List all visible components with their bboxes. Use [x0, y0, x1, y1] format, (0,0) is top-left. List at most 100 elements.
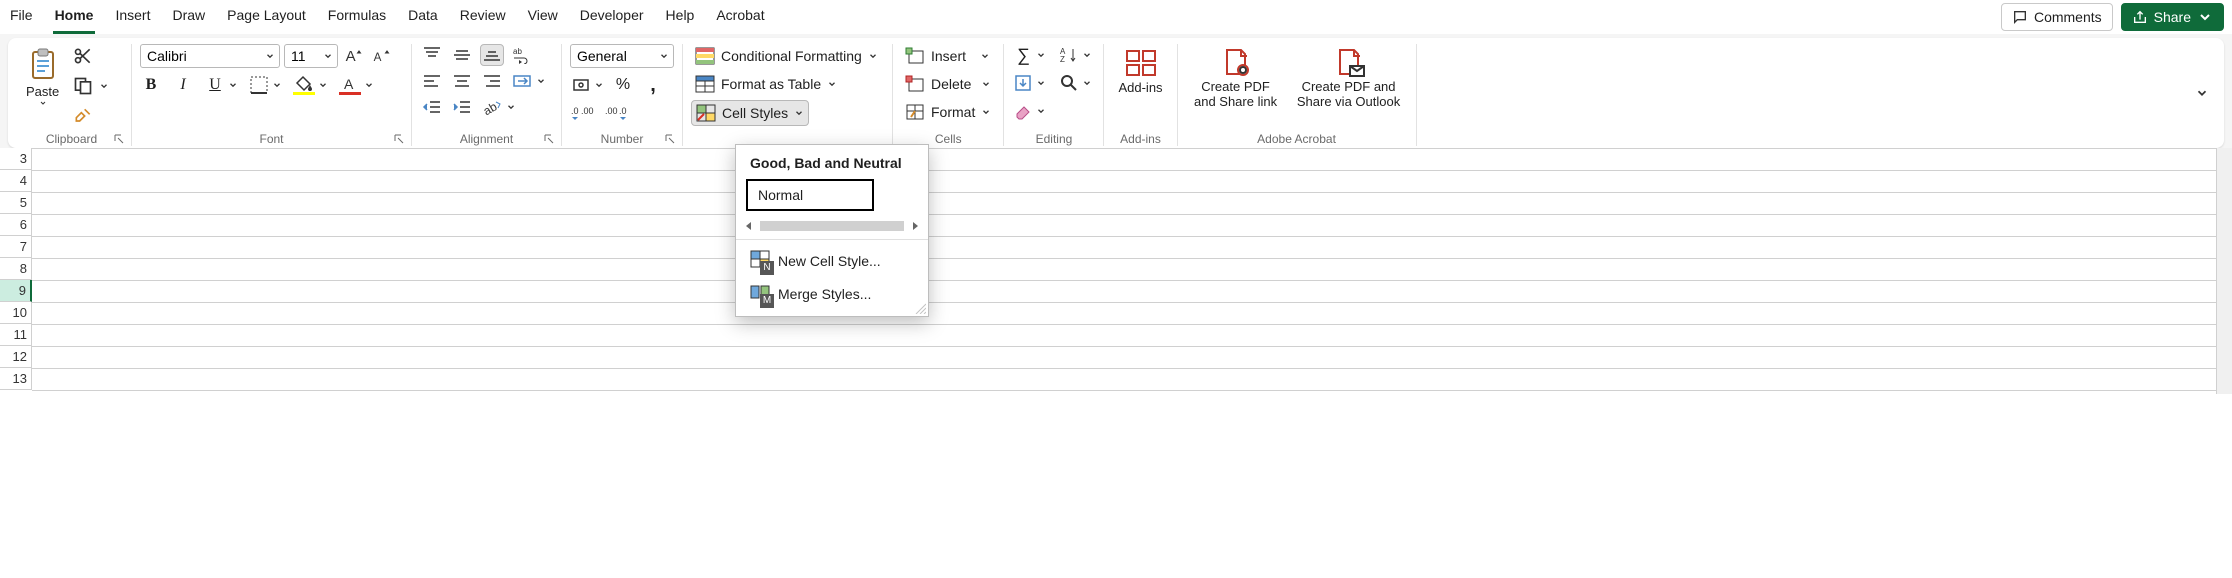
launcher-clipboard[interactable] [113, 132, 125, 144]
row-header[interactable]: 7 [0, 236, 32, 258]
chevron-down-icon[interactable] [1036, 50, 1046, 60]
delete-cells-button[interactable]: Delete [901, 72, 995, 96]
accounting-format-button[interactable] [570, 74, 592, 96]
launcher-font[interactable] [393, 132, 405, 144]
align-top-button[interactable] [420, 44, 444, 66]
launcher-alignment[interactable] [543, 132, 555, 144]
row-header[interactable]: 12 [0, 346, 32, 368]
cells-area[interactable] [32, 148, 2216, 394]
chevron-down-icon[interactable] [1082, 78, 1092, 88]
tab-review[interactable]: Review [458, 1, 508, 34]
cell-styles-button[interactable]: Cell Styles [691, 100, 809, 126]
tab-formulas[interactable]: Formulas [326, 1, 388, 34]
new-cell-style-item[interactable]: N New Cell Style... [742, 244, 922, 277]
chevron-down-icon[interactable] [506, 102, 516, 112]
conditional-formatting-button[interactable]: Conditional Formatting [691, 44, 882, 68]
comments-button[interactable]: Comments [2001, 3, 2113, 31]
gallery-scrollbar[interactable] [744, 221, 920, 231]
align-middle-button[interactable] [450, 44, 474, 66]
grow-font-button[interactable]: A [342, 44, 366, 68]
chevron-down-icon[interactable] [1036, 106, 1046, 116]
cut-button[interactable] [71, 44, 95, 68]
chevron-down-icon[interactable] [536, 76, 546, 86]
create-pdf-outlook-button[interactable]: Create PDF and Share via Outlook [1290, 44, 1408, 114]
tab-insert[interactable]: Insert [113, 1, 152, 34]
decrease-decimal-button[interactable]: .00.0 [604, 102, 630, 124]
font-size-input[interactable] [285, 48, 319, 64]
font-name-combo[interactable] [140, 44, 280, 68]
comma-button[interactable]: , [642, 74, 664, 96]
italic-button[interactable]: I [172, 74, 194, 96]
chevron-down-icon[interactable] [38, 99, 48, 107]
tab-help[interactable]: Help [664, 1, 697, 34]
chevron-down-icon[interactable] [228, 80, 238, 90]
font-size-combo[interactable] [284, 44, 338, 68]
underline-button[interactable]: U [204, 74, 226, 96]
chevron-down-icon[interactable] [364, 80, 374, 90]
autosum-button[interactable]: ∑ [1012, 44, 1034, 66]
row-header[interactable]: 3 [0, 148, 32, 170]
chevron-down-icon[interactable] [272, 80, 282, 90]
percent-button[interactable]: % [612, 74, 634, 96]
row-header[interactable]: 10 [0, 302, 32, 324]
row-header[interactable]: 13 [0, 368, 32, 390]
tab-page-layout[interactable]: Page Layout [225, 1, 308, 34]
align-center-button[interactable] [450, 70, 474, 92]
number-format-combo[interactable] [570, 44, 674, 68]
tab-developer[interactable]: Developer [578, 1, 646, 34]
row-header[interactable]: 11 [0, 324, 32, 346]
resize-grip-icon[interactable] [914, 302, 926, 314]
vertical-scrollbar[interactable] [2216, 148, 2232, 394]
number-format-input[interactable] [571, 48, 655, 64]
format-as-table-button[interactable]: Format as Table [691, 72, 841, 96]
orientation-button[interactable]: ab [480, 96, 504, 118]
chevron-down-icon[interactable] [594, 80, 604, 90]
row-header[interactable]: 4 [0, 170, 32, 192]
chevron-down-icon[interactable] [1082, 50, 1092, 60]
clear-button[interactable] [1012, 100, 1034, 122]
find-select-button[interactable] [1058, 72, 1080, 94]
fill-color-button[interactable] [292, 74, 316, 96]
align-bottom-button[interactable] [480, 44, 504, 66]
collapse-ribbon-button[interactable] [2190, 81, 2214, 105]
wrap-text-button[interactable]: ab [510, 44, 534, 66]
merge-center-button[interactable] [510, 70, 534, 92]
scroll-track[interactable] [760, 221, 904, 231]
copy-button[interactable] [71, 74, 95, 98]
insert-cells-button[interactable]: Insert [901, 44, 994, 68]
merge-styles-item[interactable]: M Merge Styles... [742, 277, 922, 310]
row-header[interactable]: 8 [0, 258, 32, 280]
tab-data[interactable]: Data [406, 1, 440, 34]
font-name-input[interactable] [141, 48, 261, 64]
chevron-down-icon[interactable] [99, 81, 109, 91]
increase-indent-button[interactable] [450, 96, 474, 118]
addins-button[interactable]: Add-ins [1112, 44, 1168, 99]
chevron-down-icon[interactable] [1036, 78, 1046, 88]
tab-home[interactable]: Home [53, 1, 96, 34]
launcher-number[interactable] [664, 132, 676, 144]
increase-decimal-button[interactable]: .0.00 [570, 102, 596, 124]
format-painter-button[interactable] [71, 104, 95, 128]
tab-acrobat[interactable]: Acrobat [714, 1, 766, 34]
fill-button[interactable] [1012, 72, 1034, 94]
scroll-right-icon[interactable] [910, 221, 920, 231]
align-right-button[interactable] [480, 70, 504, 92]
border-button[interactable] [248, 74, 270, 96]
font-color-button[interactable]: A [338, 74, 362, 96]
shrink-font-button[interactable]: A [370, 44, 394, 68]
tab-file[interactable]: File [8, 1, 35, 34]
bold-button[interactable]: B [140, 74, 162, 96]
tab-draw[interactable]: Draw [170, 1, 207, 34]
scroll-left-icon[interactable] [744, 221, 754, 231]
spreadsheet-grid[interactable]: 345678910111213 [0, 148, 2232, 394]
row-header[interactable]: 9 [0, 280, 32, 302]
align-left-button[interactable] [420, 70, 444, 92]
share-button[interactable]: Share [2121, 3, 2224, 31]
format-cells-button[interactable]: Format [901, 100, 995, 124]
style-swatch-normal[interactable]: Normal [746, 179, 874, 211]
row-header[interactable]: 5 [0, 192, 32, 214]
chevron-down-icon[interactable] [318, 80, 328, 90]
create-pdf-share-link-button[interactable]: Create PDF and Share link [1186, 44, 1286, 114]
paste-button[interactable]: Paste [20, 44, 65, 111]
sort-filter-button[interactable]: AZ [1058, 44, 1080, 66]
